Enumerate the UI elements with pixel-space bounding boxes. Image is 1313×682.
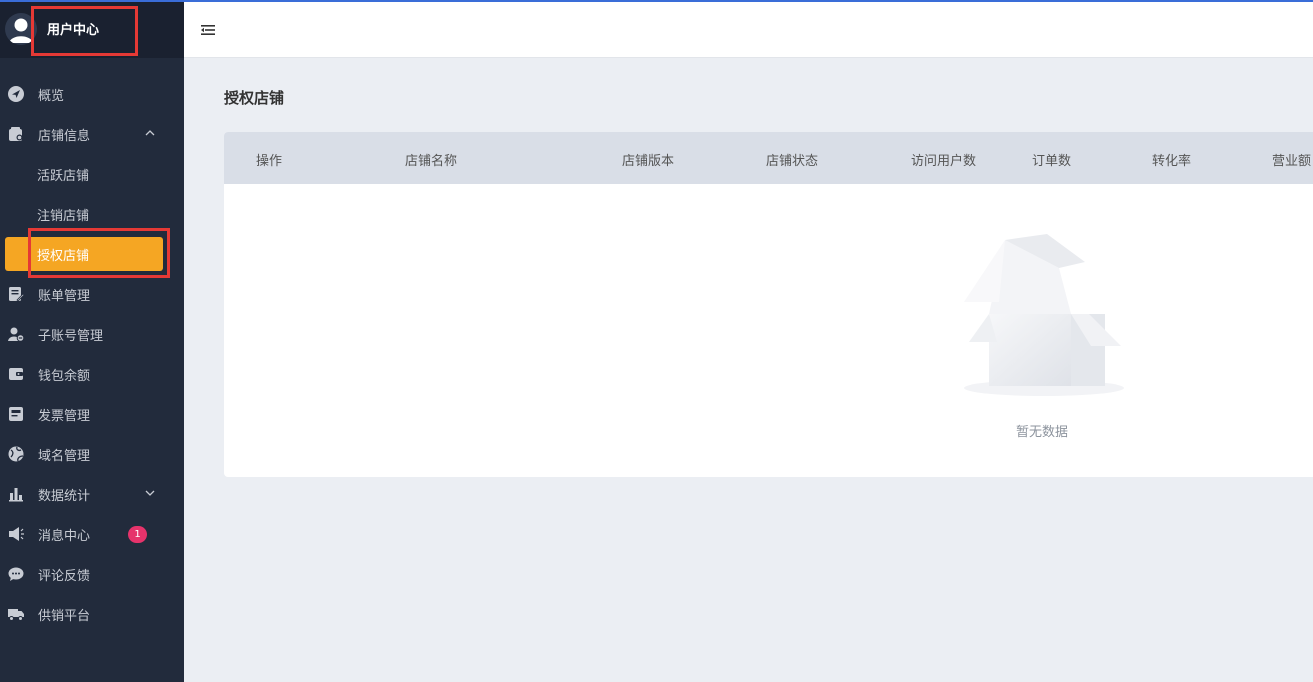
sidebar-item-store-info[interactable]: 店铺信息 xyxy=(0,114,184,154)
bill-edit-icon xyxy=(8,286,24,302)
invoice-icon xyxy=(8,406,24,422)
user-account-icon xyxy=(8,326,24,342)
column-header-conversion-rate[interactable]: 转化率 xyxy=(1152,150,1191,169)
sidebar-item-label: 评论反馈 xyxy=(38,568,91,584)
bar-chart-icon xyxy=(8,486,24,502)
table-header: 操作 店铺名称 店铺版本 店铺状态 访问用户数 订单数 转化率 营业额 xyxy=(224,132,1313,184)
truck-icon xyxy=(8,606,24,622)
sidebar-subitem-authorized-stores[interactable]: 授权店铺 xyxy=(0,228,184,278)
chevron-up-icon[interactable] xyxy=(144,127,156,139)
unread-badge: 1 xyxy=(128,526,147,543)
globe-icon xyxy=(8,446,24,462)
sidebar-item-wallet[interactable]: 钱包余额 xyxy=(0,354,184,394)
sidebar-item-label: 店铺信息 xyxy=(38,128,91,144)
sidebar-item-label: 概览 xyxy=(38,88,65,104)
navigation-icon xyxy=(8,86,24,102)
sidebar-subitem-active-stores[interactable]: 活跃店铺 xyxy=(0,154,184,194)
top-header xyxy=(184,2,1313,58)
sidebar-item-label: 子账号管理 xyxy=(38,328,104,344)
empty-box-illustration xyxy=(964,234,1124,396)
top-accent-line xyxy=(0,0,1313,2)
wallet-icon xyxy=(8,366,24,382)
sidebar-item-supply-platform[interactable]: 供销平台 xyxy=(0,594,184,634)
sidebar-item-label: 注销店铺 xyxy=(37,208,90,224)
column-header-visitors[interactable]: 访问用户数 xyxy=(911,150,976,169)
chevron-down-icon[interactable] xyxy=(144,487,156,499)
empty-state-text: 暂无数据 xyxy=(1016,425,1069,440)
column-header-actions[interactable]: 操作 xyxy=(256,150,282,169)
sidebar-item-feedback[interactable]: 评论反馈 xyxy=(0,554,184,594)
column-header-store-version[interactable]: 店铺版本 xyxy=(622,150,674,169)
sidebar-item-overview[interactable]: 概览 xyxy=(0,74,184,114)
sidebar-item-label: 授权店铺 xyxy=(37,248,90,264)
sidebar-item-sub-accounts[interactable]: 子账号管理 xyxy=(0,314,184,354)
column-header-store-name[interactable]: 店铺名称 xyxy=(405,150,457,169)
sidebar-item-domains[interactable]: 域名管理 xyxy=(0,434,184,474)
store-icon xyxy=(8,126,24,142)
column-header-store-status[interactable]: 店铺状态 xyxy=(766,150,818,169)
sidebar-item-label: 钱包余额 xyxy=(38,368,91,384)
sidebar-item-label: 域名管理 xyxy=(38,448,91,464)
page-title: 授权店铺 xyxy=(224,89,285,107)
store-table-card: 操作 店铺名称 店铺版本 店铺状态 访问用户数 订单数 转化率 营业额 暂无数据 xyxy=(224,132,1313,477)
speaker-icon xyxy=(8,526,24,542)
sidebar-item-label: 发票管理 xyxy=(38,408,91,424)
sidebar-item-label: 账单管理 xyxy=(38,288,91,304)
app-title: 用户中心 xyxy=(31,6,138,56)
sidebar-item-statistics[interactable]: 数据统计 xyxy=(0,474,184,514)
sidebar-item-bills[interactable]: 账单管理 xyxy=(0,274,184,314)
sidebar-item-invoices[interactable]: 发票管理 xyxy=(0,394,184,434)
sidebar-item-messages[interactable]: 消息中心 1 xyxy=(0,514,184,554)
column-header-orders[interactable]: 订单数 xyxy=(1032,150,1071,169)
sidebar-item-label: 活跃店铺 xyxy=(37,168,90,184)
sidebar-item-label: 供销平台 xyxy=(38,608,91,624)
sidebar: 用户中心 概览 店铺信息 活跃店铺 注销店铺 授权店铺 账单管理 子账号管理 钱… xyxy=(0,0,184,682)
sidebar-item-label: 消息中心 xyxy=(38,528,91,544)
menu-toggle-icon[interactable] xyxy=(200,22,216,38)
brand-header: 用户中心 xyxy=(0,0,184,58)
sidebar-item-label: 数据统计 xyxy=(38,488,91,504)
comment-icon xyxy=(8,566,24,582)
sidebar-menu: 概览 店铺信息 活跃店铺 注销店铺 授权店铺 账单管理 子账号管理 钱包余额 发… xyxy=(0,74,184,634)
column-header-revenue[interactable]: 营业额 xyxy=(1272,150,1311,169)
